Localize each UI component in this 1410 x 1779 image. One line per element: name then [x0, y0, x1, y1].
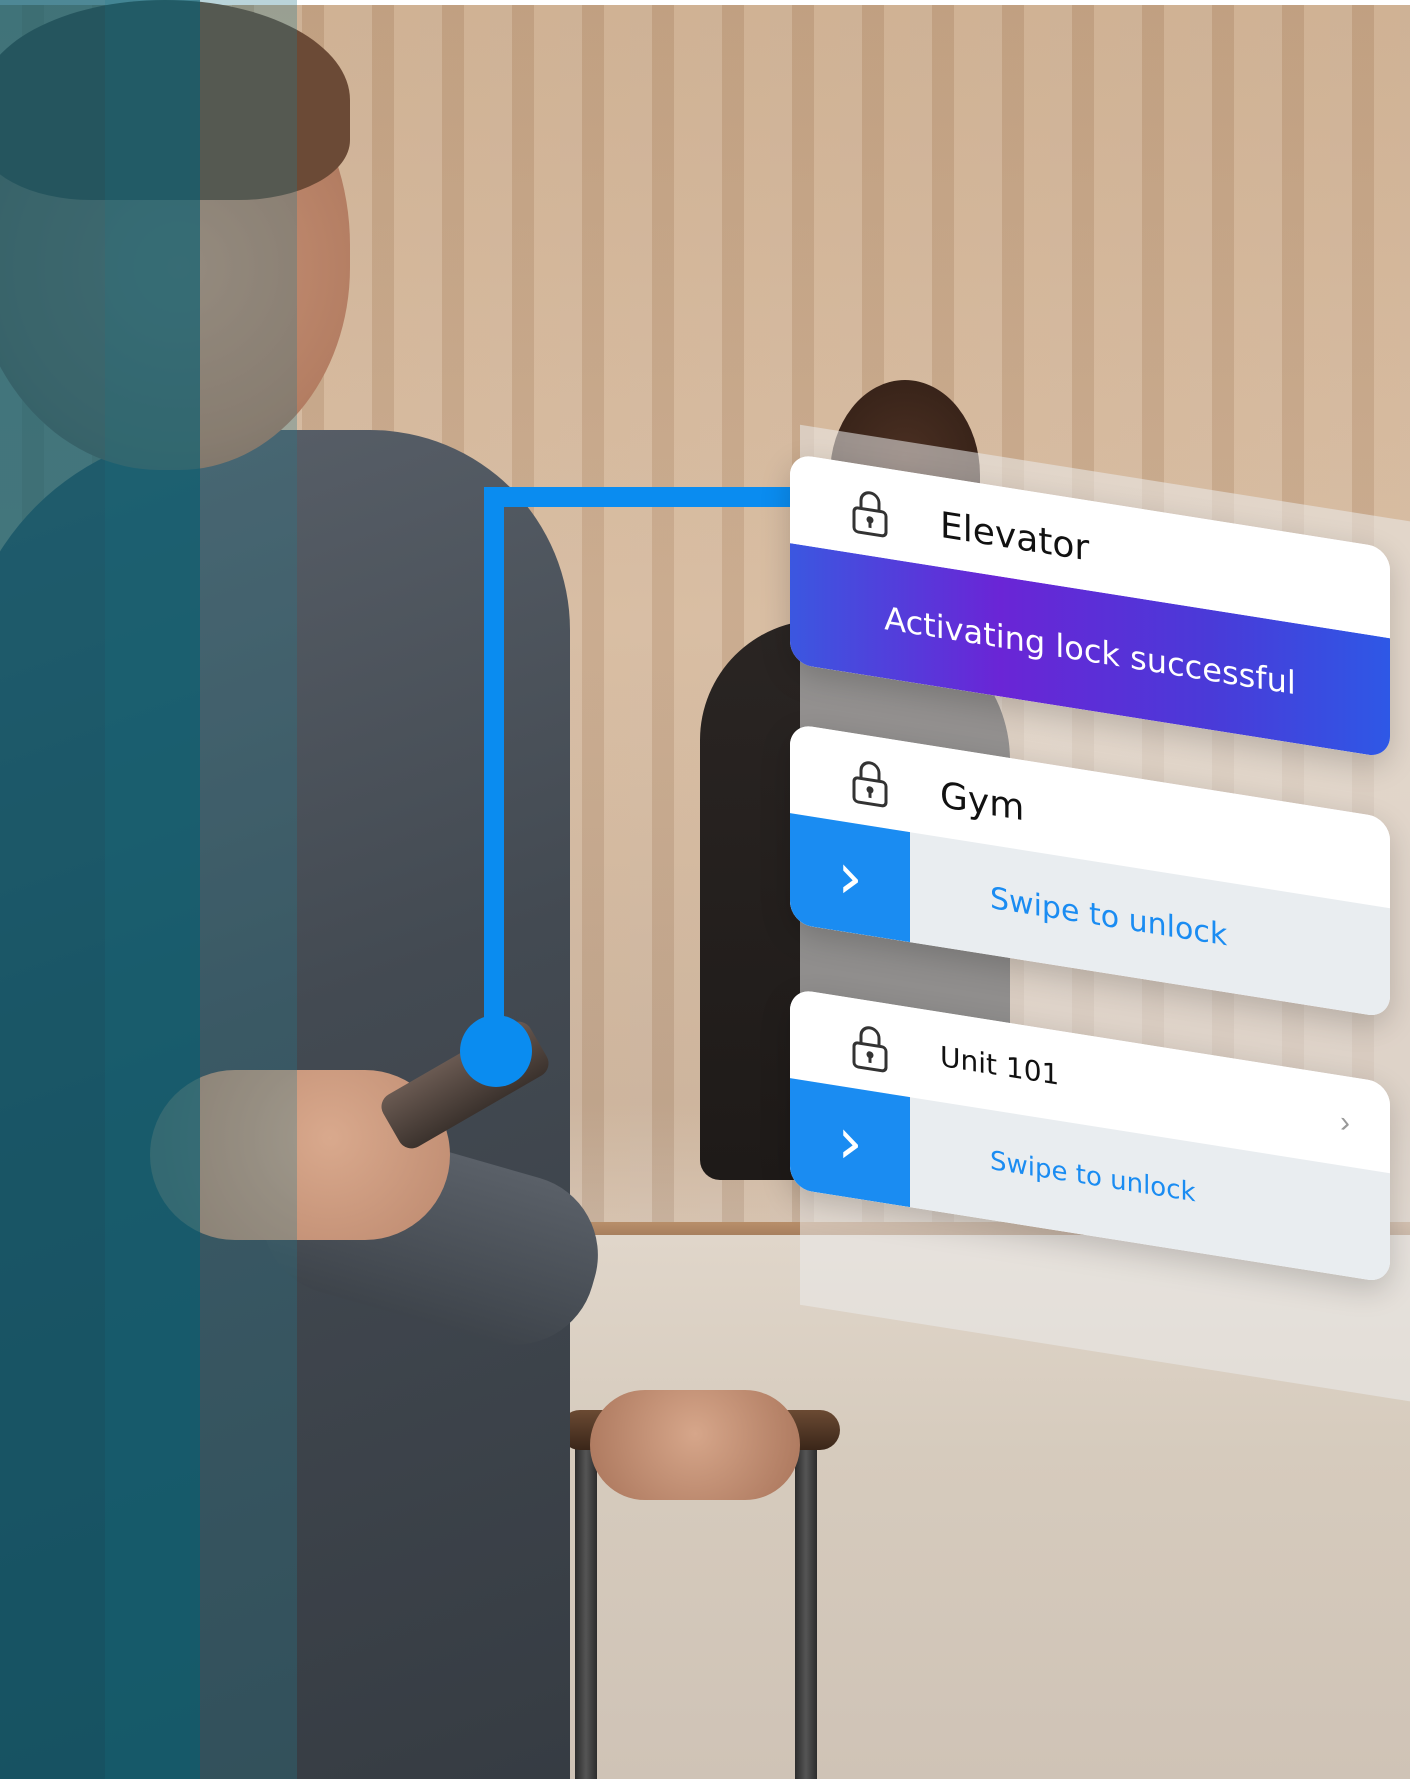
lock-icon: [852, 491, 888, 538]
row-chevron-right-icon[interactable]: ›: [1340, 1105, 1350, 1141]
lock-app-ui: Elevator Activating lock successful Gym …: [770, 420, 1410, 1425]
chevron-right-icon[interactable]: ›: [790, 1078, 910, 1208]
connector-line-vertical: [484, 487, 504, 1049]
status-message: Activating lock successful: [884, 599, 1296, 703]
photo-scene: Elevator Activating lock successful Gym …: [0, 0, 1410, 1779]
lock-title: Elevator: [940, 504, 1090, 570]
suitcase-handle-left: [575, 1430, 597, 1779]
suitcase-handle-right: [795, 1430, 817, 1779]
lock-icon: [852, 761, 888, 808]
swipe-label: Swipe to unlock: [990, 1145, 1196, 1209]
man-hand-on-suitcase: [590, 1390, 800, 1500]
teal-overlay-stripe-light: [200, 0, 297, 1779]
swipe-label: Swipe to unlock: [990, 880, 1228, 954]
teal-overlay-stripe: [105, 0, 200, 1779]
connector-dot: [460, 1015, 532, 1087]
lock-title: Unit 101: [940, 1039, 1060, 1092]
chevron-right-icon[interactable]: ›: [790, 813, 910, 943]
lock-icon: [852, 1026, 888, 1073]
lock-title: Gym: [940, 774, 1025, 830]
